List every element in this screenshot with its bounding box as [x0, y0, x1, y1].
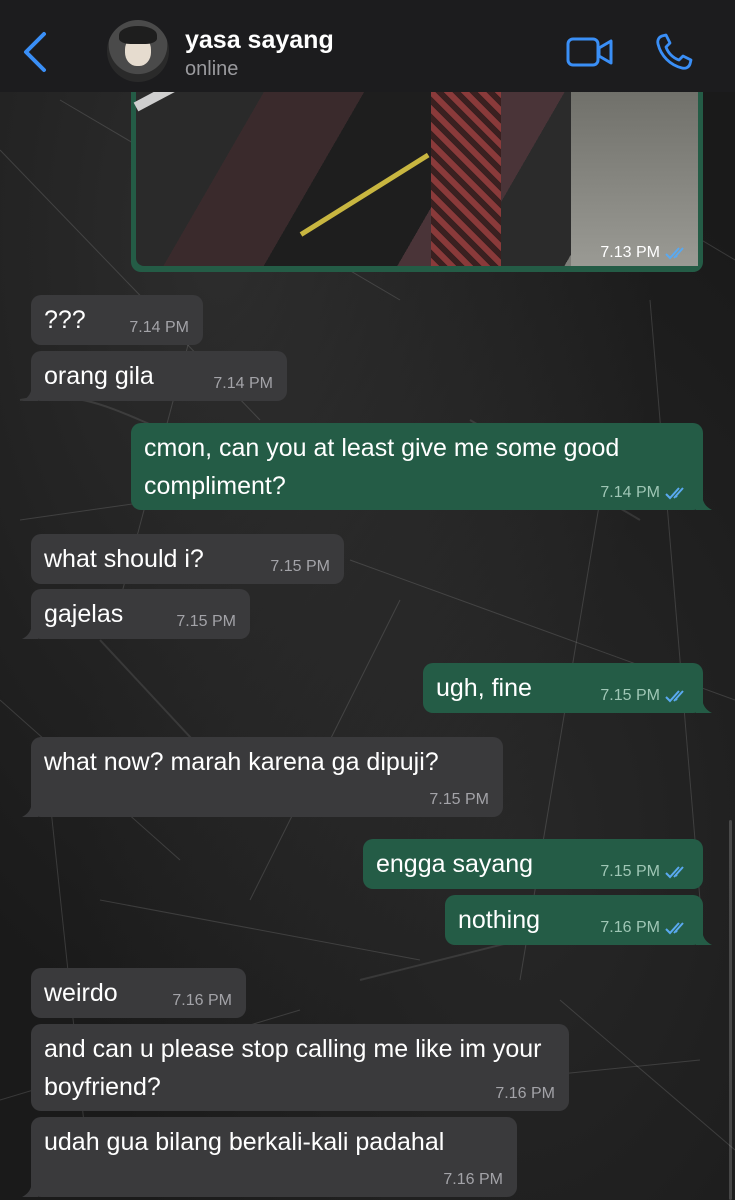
contact-avatar[interactable] — [107, 20, 169, 82]
message-meta: 7.15 PM — [600, 863, 689, 881]
message-time: 7.16 PM — [600, 919, 660, 936]
incoming-message[interactable]: ??? 7.14 PM — [31, 295, 203, 345]
message-time: 7.14 PM — [600, 484, 660, 501]
double-check-icon — [665, 922, 684, 935]
message-time: 7.14 PM — [213, 375, 273, 392]
bubble-tail — [22, 383, 38, 401]
double-check-icon — [665, 487, 684, 500]
contact-status: online — [185, 58, 239, 80]
bubble-tail — [22, 1179, 38, 1197]
message-meta: 7.14 PM — [213, 375, 273, 393]
back-button[interactable] — [18, 30, 52, 74]
bubble-tail — [696, 695, 712, 713]
chevron-left-icon — [24, 32, 46, 72]
bubble-tail — [22, 799, 38, 817]
message-text: what should i? — [44, 545, 204, 573]
message-meta: 7.16 PM — [443, 1171, 503, 1189]
photo-detail — [431, 82, 501, 266]
video-call-button[interactable] — [566, 36, 614, 68]
incoming-message[interactable]: what should i? 7.15 PM — [31, 534, 344, 584]
message-meta: 7.15 PM — [270, 558, 330, 576]
message-time: 7.15 PM — [270, 558, 330, 575]
message-meta: 7.14 PM — [129, 319, 189, 337]
voice-call-button[interactable] — [654, 32, 694, 72]
message-time: 7.16 PM — [495, 1085, 555, 1102]
message-text: udah gua bilang berkali-kali padahal — [44, 1128, 445, 1156]
incoming-message[interactable]: orang gila 7.14 PM — [22, 351, 287, 401]
outgoing-message[interactable]: nothing 7.16 PM — [445, 895, 712, 945]
incoming-message[interactable]: gajelas 7.15 PM — [22, 589, 250, 639]
message-meta: 7.16 PM — [600, 919, 689, 937]
message-text: and can u please stop calling me like im… — [44, 1035, 542, 1101]
message-meta: 7.15 PM — [429, 791, 489, 809]
phone-icon — [656, 33, 693, 70]
message-text: engga sayang — [376, 850, 534, 878]
outgoing-message[interactable]: cmon, can you at least give me some good… — [131, 423, 712, 510]
message-text: ugh, fine — [436, 674, 532, 702]
message-time: 7.13 PM — [600, 244, 660, 261]
message-text: what now? marah karena ga dipuji? — [44, 748, 439, 776]
incoming-message[interactable]: weirdo 7.16 PM — [31, 968, 246, 1018]
incoming-message[interactable]: udah gua bilang berkali-kali padahal 7.1… — [22, 1117, 517, 1197]
message-time: 7.14 PM — [129, 319, 189, 336]
message-text: cmon, can you at least give me some good… — [144, 434, 620, 500]
message-time: 7.15 PM — [600, 863, 660, 880]
avatar-hair — [119, 26, 157, 44]
message-time: 7.15 PM — [176, 613, 236, 630]
double-check-icon — [665, 690, 684, 703]
incoming-message[interactable]: what now? marah karena ga dipuji? 7.15 P… — [22, 737, 503, 817]
message-time: 7.16 PM — [172, 992, 232, 1009]
bubble-tail — [696, 927, 712, 945]
message-meta: 7.15 PM — [600, 687, 689, 705]
message-text: gajelas — [44, 600, 124, 628]
message-meta: 7.15 PM — [176, 613, 236, 631]
message-meta: 7.16 PM — [172, 992, 232, 1010]
message-text: weirdo — [44, 979, 118, 1007]
message-meta: 7.14 PM — [600, 484, 689, 502]
video-camera-icon — [566, 37, 613, 67]
double-check-icon — [665, 866, 684, 879]
contact-name[interactable]: yasa sayang — [185, 26, 334, 55]
chat-scrollbar[interactable] — [729, 820, 732, 1200]
message-text: orang gila — [44, 362, 154, 390]
bubble-tail — [22, 621, 38, 639]
message-text: ??? — [44, 306, 86, 334]
message-time: 7.15 PM — [429, 791, 489, 808]
message-text: nothing — [458, 906, 541, 934]
message-time: 7.16 PM — [443, 1171, 503, 1188]
outgoing-message[interactable]: ugh, fine 7.15 PM — [423, 663, 712, 713]
message-meta: 7.13 PM — [600, 244, 689, 262]
message-time: 7.15 PM — [600, 687, 660, 704]
incoming-message[interactable]: and can u please stop calling me like im… — [31, 1024, 569, 1111]
bubble-tail — [696, 492, 712, 510]
message-meta: 7.16 PM — [495, 1085, 555, 1103]
outgoing-message[interactable]: engga sayang 7.15 PM — [363, 839, 703, 889]
photo-detail — [571, 82, 698, 266]
image-message[interactable]: 7.13 PM — [131, 82, 703, 272]
chat-header: yasa sayang online — [0, 0, 735, 92]
double-check-icon — [665, 247, 684, 260]
